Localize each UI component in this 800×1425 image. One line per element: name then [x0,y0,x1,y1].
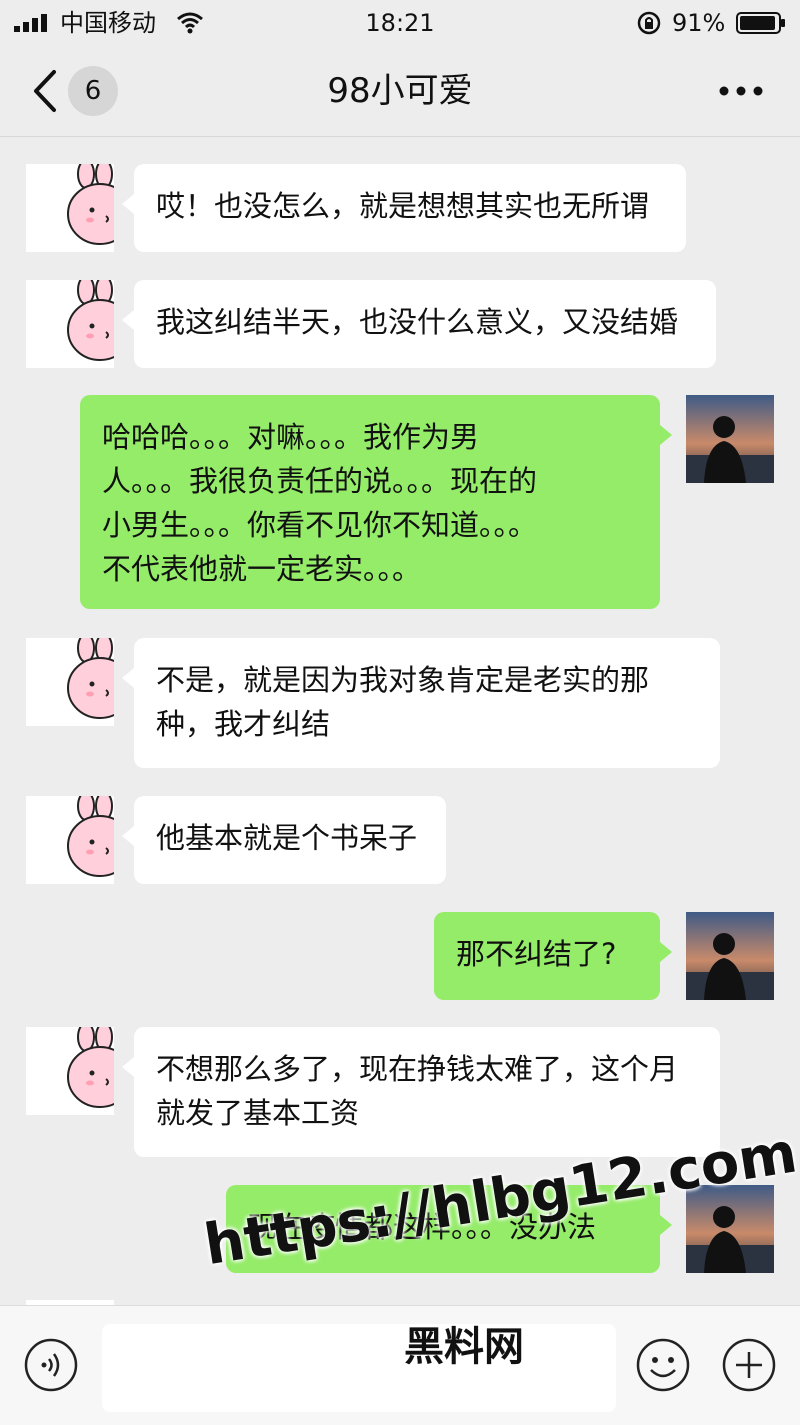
contact-avatar[interactable] [26,638,114,726]
bunny-avatar-icon [67,638,114,719]
voice-icon[interactable] [24,1338,78,1392]
rotation-lock-icon [637,11,661,35]
chat-title: 98小可爱 [327,71,473,111]
message-bubble[interactable]: 哎！也没怎么，就是想想其实也无所谓 [122,164,686,252]
bunny-avatar-icon [67,1027,114,1108]
bunny-avatar-icon [67,280,114,361]
message-bubble[interactable]: 我这纠结半天，也没什么意义，又没结婚 [122,280,716,368]
message-bubble[interactable]: 不想那么多了，现在挣钱太难了，这个月 就发了基本工资 [122,1027,720,1157]
message-bubble[interactable]: 哈哈哈。。。对嘛。。。我作为男 人。。。我很负责任的说。。。现在的 小男生。。。… [80,395,672,609]
message-bubble[interactable]: 他基本就是个书呆子 [122,796,446,884]
more-dots-icon[interactable] [718,84,764,98]
my-avatar[interactable] [686,912,774,1000]
user-photo-icon [686,395,774,483]
plus-icon[interactable] [722,1338,776,1392]
chat-header: 6 98小可爱 [0,46,800,137]
user-photo-icon [686,912,774,1000]
bunny-avatar-icon [67,796,114,877]
my-avatar[interactable] [686,395,774,483]
input-toolbar [0,1305,800,1425]
contact-avatar[interactable] [26,164,114,252]
battery-percent: 91% [672,9,726,37]
status-bar: 中国移动 18:21 91% [0,0,800,46]
contact-avatar[interactable] [26,280,114,368]
contact-avatar[interactable] [26,796,114,884]
message-bubble[interactable]: 那不纠结了? [434,912,672,1000]
battery-icon [736,12,785,34]
bunny-avatar-icon [67,164,114,245]
message-bubble[interactable]: 不是，就是因为我对象肯定是老实的那 种，我才纠结 [122,638,720,768]
watermark-name: 黑料网 [404,1324,524,1370]
contact-avatar[interactable] [26,1027,114,1115]
message-input[interactable] [102,1324,616,1412]
message-list[interactable]: 哎！也没怎么，就是想想其实也无所谓 我这纠结半天，也没什么意义，又没结婚 哈哈哈… [0,137,800,1305]
emoji-icon[interactable] [636,1338,690,1392]
